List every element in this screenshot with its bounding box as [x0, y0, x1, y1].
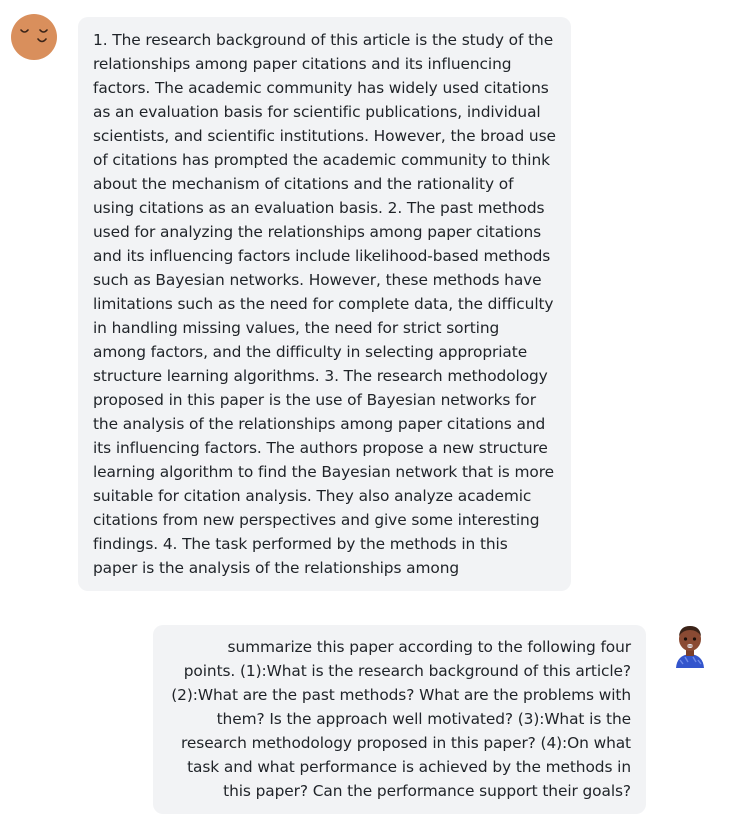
assistant-message-text: 1. The research background of this artic…	[78, 17, 571, 591]
user-message-text: summarize this paper according to the fo…	[153, 625, 646, 814]
user-avatar-icon	[673, 624, 707, 668]
smiling-face-icon	[11, 14, 57, 60]
